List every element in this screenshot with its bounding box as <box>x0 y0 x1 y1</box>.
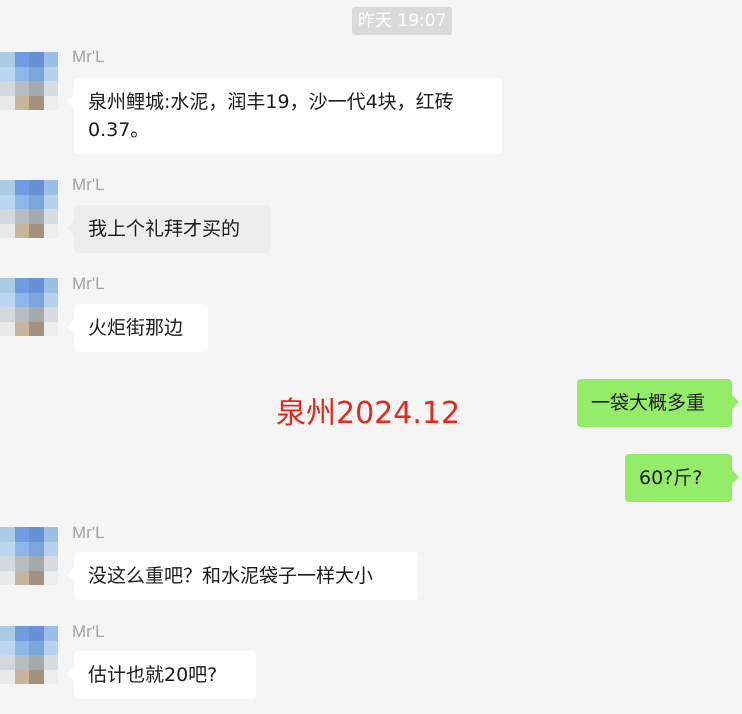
avatar[interactable] <box>0 278 58 336</box>
avatar[interactable] <box>0 527 58 585</box>
message-timestamp: 昨天 19:07 <box>352 7 453 35</box>
avatar[interactable] <box>0 180 58 238</box>
message-bubble-outgoing[interactable]: 一袋大概多重 <box>577 379 739 427</box>
message-bubble-incoming[interactable]: 没这么重吧？和水泥袋子一样大小 <box>67 552 418 600</box>
sender-name: Mr'L <box>72 622 105 641</box>
message-bubble-incoming[interactable]: 火炬街那边 <box>67 304 208 352</box>
message-bubble-incoming[interactable]: 泉州鲤城:水泥，润丰19，沙一代4块，红砖 0.37。 <box>67 78 502 154</box>
watermark-text: 泉州2024.12 <box>276 396 461 431</box>
message-bubble-incoming[interactable]: 我上个礼拜才买的 <box>67 205 271 253</box>
sender-name: Mr'L <box>72 274 105 293</box>
sender-name: Mr'L <box>72 175 105 194</box>
sender-name: Mr'L <box>72 523 105 542</box>
avatar[interactable] <box>0 52 58 110</box>
message-bubble-incoming[interactable]: 估计也就20吧? <box>67 651 256 699</box>
message-bubble-outgoing[interactable]: 60?斤? <box>625 454 739 502</box>
sender-name: Mr'L <box>72 47 105 66</box>
avatar[interactable] <box>0 626 58 684</box>
